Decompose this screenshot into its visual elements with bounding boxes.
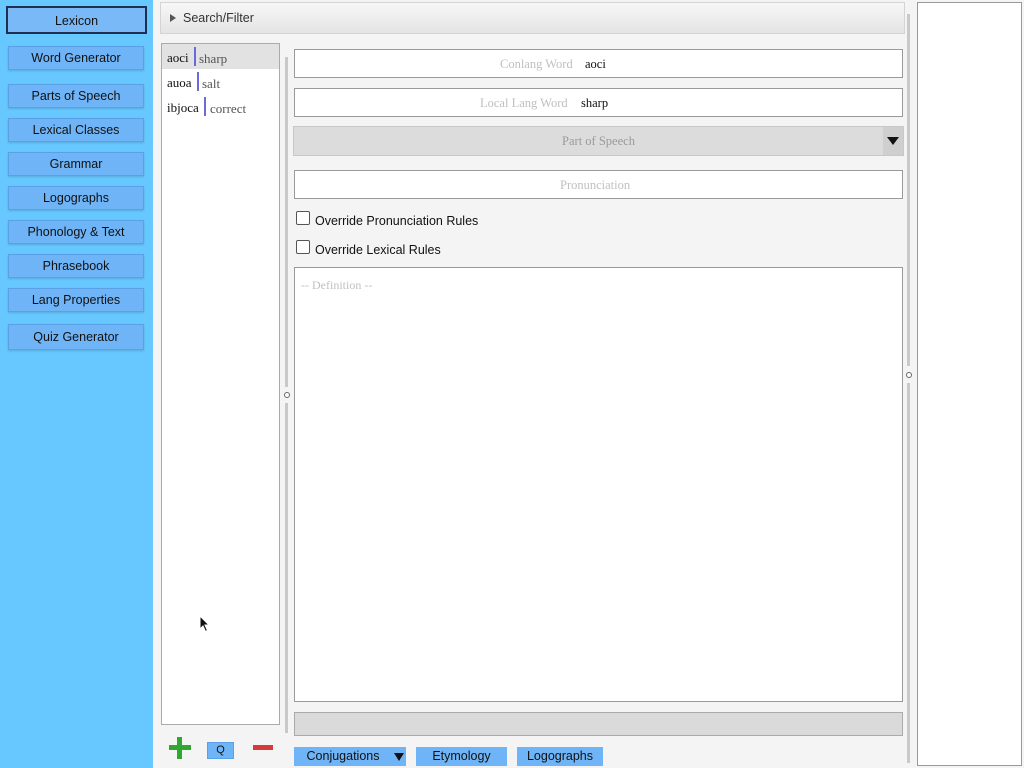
word-separator xyxy=(194,47,196,66)
pronunciation-placeholder: Pronunciation xyxy=(560,178,631,192)
conlang-word: ibjoca xyxy=(167,100,199,115)
logograph-preview-panel xyxy=(917,2,1022,766)
dropdown-arrow-button[interactable] xyxy=(883,127,903,155)
override-lexical-checkbox[interactable] xyxy=(296,240,310,254)
local-word: salt xyxy=(202,76,221,91)
conlang-word-field[interactable]: Conlang Word aoci xyxy=(294,49,903,78)
word-list-item[interactable]: aoci sharp xyxy=(162,44,279,69)
left-splitter-handle[interactable] xyxy=(284,392,290,398)
left-splitter-bar[interactable] xyxy=(285,403,288,733)
override-pronunciation-checkbox[interactable] xyxy=(296,211,310,225)
local-word: sharp xyxy=(199,51,228,66)
word-separator xyxy=(197,72,199,91)
add-word-button[interactable] xyxy=(169,737,191,759)
logographs-button[interactable]: Logographs xyxy=(517,747,603,766)
right-splitter-bar[interactable] xyxy=(907,14,910,366)
nav-lang-properties-button[interactable]: Lang Properties xyxy=(8,288,144,312)
nav-grammar-button[interactable]: Grammar xyxy=(8,152,144,176)
conjugations-dropdown-button[interactable] xyxy=(392,747,406,766)
conlang-word: aoci xyxy=(167,50,189,65)
search-filter-toggle[interactable]: Search/Filter xyxy=(160,2,905,34)
word-list[interactable]: aoci sharp auoa salt ibjoca correct xyxy=(161,43,280,725)
local-lang-word-placeholder: Local Lang Word xyxy=(480,96,568,110)
nav-parts-of-speech-button[interactable]: Parts of Speech xyxy=(8,84,144,108)
nav-logographs-button[interactable]: Logographs xyxy=(8,186,144,210)
nav-lexical-classes-button[interactable]: Lexical Classes xyxy=(8,118,144,142)
sidebar: Lexicon Word Generator Parts of Speech L… xyxy=(0,0,153,768)
chevron-down-icon xyxy=(394,753,404,761)
right-splitter-bar[interactable] xyxy=(907,383,910,763)
local-lang-word-value: sharp xyxy=(581,96,609,110)
conlang-word-value: aoci xyxy=(585,57,606,71)
definition-textarea[interactable]: -- Definition -- xyxy=(294,267,903,702)
plus-icon-vertical xyxy=(177,737,182,759)
nav-word-generator-button[interactable]: Word Generator xyxy=(8,46,144,70)
nav-lexicon-button[interactable]: Lexicon xyxy=(6,6,147,34)
search-filter-label: Search/Filter xyxy=(183,11,254,25)
etymology-button[interactable]: Etymology xyxy=(416,747,507,766)
conlang-word-placeholder: Conlang Word xyxy=(500,57,573,71)
override-lexical-label: Override Lexical Rules xyxy=(315,243,441,257)
nav-phonology-text-button[interactable]: Phonology & Text xyxy=(8,220,144,244)
override-pronunciation-label: Override Pronunciation Rules xyxy=(315,214,479,228)
pronunciation-field[interactable]: Pronunciation xyxy=(294,170,903,199)
part-of-speech-placeholder: Part of Speech xyxy=(562,134,635,148)
nav-phrasebook-button[interactable]: Phrasebook xyxy=(8,254,144,278)
conlang-word: auoa xyxy=(167,75,192,90)
conjugations-button[interactable]: Conjugations xyxy=(294,747,392,766)
local-lang-word-field[interactable]: Local Lang Word sharp xyxy=(294,88,903,117)
expand-triangle-icon xyxy=(170,14,176,22)
definition-placeholder: -- Definition -- xyxy=(301,278,373,292)
mouse-cursor-icon xyxy=(199,615,211,633)
word-list-item[interactable]: auoa salt xyxy=(162,69,279,94)
right-splitter-handle[interactable] xyxy=(906,372,912,378)
remove-word-button[interactable] xyxy=(253,745,273,750)
local-word: correct xyxy=(210,101,247,116)
left-splitter-bar[interactable] xyxy=(285,57,288,387)
word-list-item[interactable]: ibjoca correct xyxy=(162,94,279,119)
query-button[interactable]: Q xyxy=(207,742,234,759)
chevron-down-icon xyxy=(887,137,899,145)
part-of-speech-dropdown[interactable]: Part of Speech xyxy=(293,126,904,156)
status-bar xyxy=(294,712,903,736)
nav-quiz-generator-button[interactable]: Quiz Generator xyxy=(8,324,144,350)
word-separator xyxy=(204,97,206,116)
